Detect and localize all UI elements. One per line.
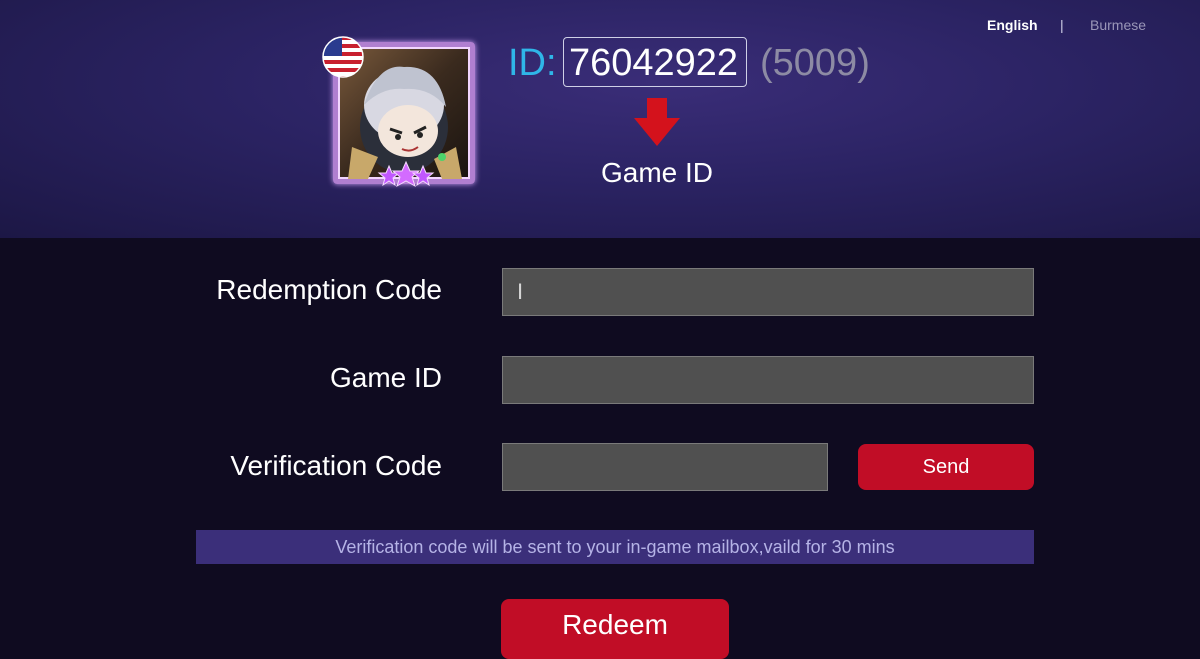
game-id-input[interactable]: [502, 356, 1034, 404]
player-id-value: 76042922: [569, 42, 739, 84]
game-id-label: Game ID: [329, 362, 442, 393]
server-id-value: (5009): [760, 42, 870, 84]
send-button[interactable]: Send: [858, 444, 1034, 490]
redemption-code-input[interactable]: I: [502, 268, 1034, 316]
language-separator: |: [1060, 17, 1064, 33]
verification-code-input[interactable]: [502, 443, 828, 491]
language-english-link[interactable]: English: [987, 17, 1038, 33]
verification-code-label: Verification Code: [230, 450, 442, 481]
rank-stars-icon: [377, 160, 435, 188]
verification-notice: Verification code will be sent to your i…: [196, 530, 1034, 564]
us-flag-icon: [322, 36, 364, 78]
player-id-label: ID:: [508, 42, 557, 84]
language-burmese-link[interactable]: Burmese: [1090, 17, 1146, 33]
header-banner: English | Burmese ID: 76042922 (5009) Ga…: [0, 0, 1200, 238]
game-id-caption: Game ID: [601, 157, 714, 188]
red-arrow-down-icon: [634, 98, 680, 146]
redeem-button[interactable]: Redeem: [501, 599, 729, 659]
redemption-code-label: Redemption Code: [216, 274, 442, 305]
